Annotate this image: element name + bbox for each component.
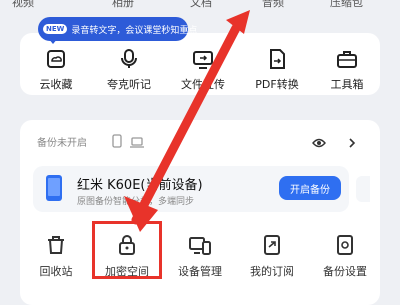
- annotation-arrow: [124, 10, 250, 232]
